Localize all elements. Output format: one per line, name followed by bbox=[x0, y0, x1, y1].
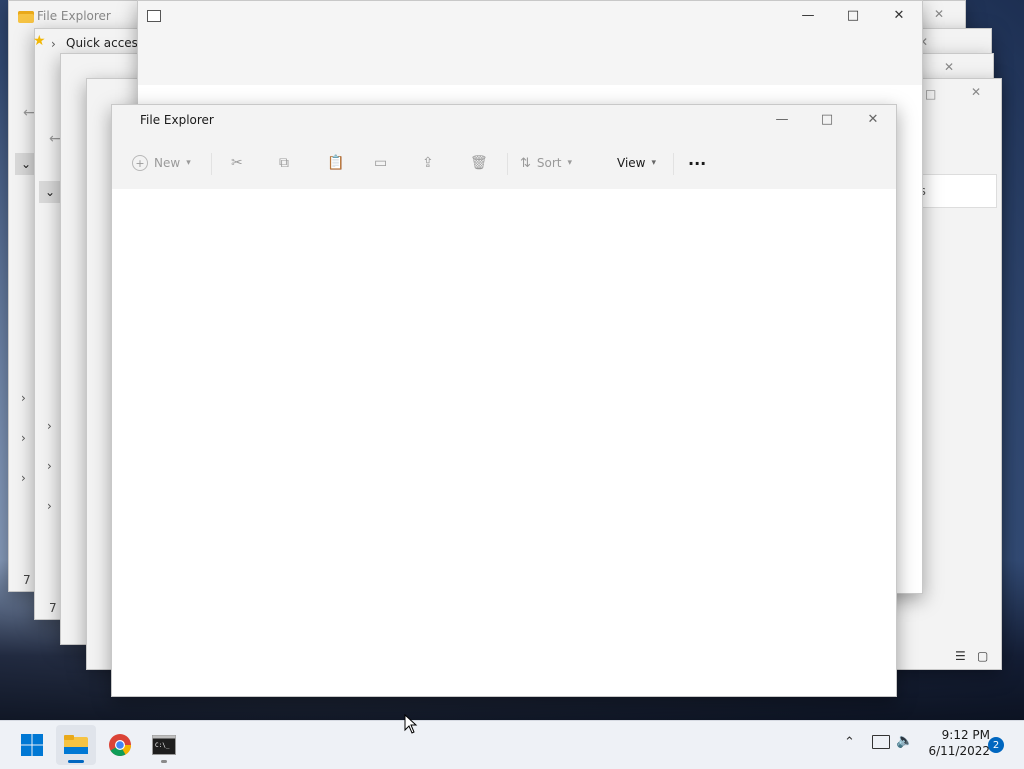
close-icon[interactable]: ✕ bbox=[934, 7, 944, 21]
active-indicator bbox=[68, 760, 84, 763]
share-icon: ⇪ bbox=[422, 155, 434, 171]
rename-button[interactable]: ▭ bbox=[374, 143, 387, 183]
taskbar-terminal[interactable]: C:\_ bbox=[144, 725, 184, 765]
divider bbox=[211, 153, 212, 175]
start-button[interactable] bbox=[12, 725, 52, 765]
show-hidden-icons-button[interactable]: ⌃ bbox=[844, 735, 855, 750]
maximize-button[interactable]: □ bbox=[805, 105, 849, 133]
chevron-right-icon[interactable]: › bbox=[47, 459, 52, 473]
chevron-right-icon[interactable]: › bbox=[51, 37, 56, 51]
chevron-down-icon: ▾ bbox=[651, 158, 657, 168]
clock-date: 6/11/2022 bbox=[928, 744, 990, 758]
minimize-button[interactable]: — bbox=[760, 105, 804, 133]
command-bar: + New ▾ ✂ ⧉ 📋 ▭ ⇪ 🗑 ⇅ Sort ▾ View ▾ ··· bbox=[112, 143, 896, 187]
folder-icon bbox=[18, 11, 34, 23]
sidebar-item-quick-access[interactable]: Quick access bbox=[66, 36, 144, 50]
taskbar-file-explorer[interactable] bbox=[56, 725, 96, 765]
tiles-view-icon[interactable]: ▢ bbox=[977, 649, 988, 663]
file-list-area[interactable] bbox=[112, 189, 896, 696]
volume-icon[interactable]: 🔈 bbox=[896, 733, 913, 749]
new-button[interactable]: + New ▾ bbox=[132, 143, 191, 183]
details-view-icon[interactable]: ☰ bbox=[955, 649, 966, 663]
new-label: New bbox=[154, 156, 181, 170]
taskbar: C:\_ ⌃ 🔈 9:12 PM 6/11/2022 2 bbox=[0, 720, 1024, 769]
scissors-icon: ✂ bbox=[231, 155, 243, 171]
close-icon[interactable]: ✕ bbox=[971, 85, 981, 99]
network-icon[interactable] bbox=[872, 735, 890, 749]
file-explorer-icon bbox=[64, 735, 88, 754]
chevron-right-icon[interactable]: › bbox=[21, 471, 26, 485]
sort-icon: ⇅ bbox=[520, 155, 531, 171]
clock-time: 9:12 PM bbox=[941, 728, 990, 742]
svg-text:C:\_: C:\_ bbox=[155, 742, 170, 749]
divider bbox=[507, 153, 508, 175]
close-icon[interactable]: ✕ bbox=[944, 60, 954, 74]
chevron-down-icon: ▾ bbox=[186, 158, 191, 168]
close-button[interactable]: ✕ bbox=[877, 1, 921, 29]
start-icon bbox=[21, 734, 43, 756]
file-explorer-window[interactable]: File Explorer — □ ✕ + New ▾ ✂ ⧉ 📋 ▭ ⇪ 🗑 … bbox=[111, 104, 897, 697]
chevron-right-icon[interactable]: › bbox=[47, 419, 52, 433]
notification-badge[interactable]: 2 bbox=[988, 737, 1004, 753]
window-app-icon bbox=[147, 10, 161, 22]
back-arrow-icon[interactable]: ← bbox=[23, 105, 35, 121]
mouse-cursor-icon bbox=[404, 714, 418, 734]
chevron-down-icon[interactable]: ⌄ bbox=[39, 181, 61, 203]
window-title: File Explorer bbox=[140, 113, 214, 127]
window-title: File Explorer bbox=[37, 9, 111, 23]
taskbar-chrome[interactable] bbox=[100, 725, 140, 765]
maximize-button[interactable]: □ bbox=[831, 1, 875, 29]
trash-icon: 🗑 bbox=[470, 155, 488, 171]
rename-icon: ▭ bbox=[374, 155, 388, 171]
chevron-down-icon: ▾ bbox=[567, 158, 573, 168]
back-arrow-icon[interactable]: ← bbox=[49, 131, 61, 147]
copy-button[interactable]: ⧉ bbox=[279, 143, 289, 183]
view-label: View bbox=[617, 156, 646, 170]
more-options-button[interactable]: ··· bbox=[688, 143, 706, 183]
maximize-icon[interactable]: □ bbox=[925, 87, 936, 101]
copy-icon: ⧉ bbox=[279, 155, 289, 171]
sort-label: Sort bbox=[536, 156, 562, 170]
chevron-right-icon[interactable]: › bbox=[21, 431, 26, 445]
plus-icon: + bbox=[132, 155, 148, 171]
clipboard-icon: 📋 bbox=[327, 155, 345, 171]
cut-button[interactable]: ✂ bbox=[231, 143, 243, 183]
terminal-icon: C:\_ bbox=[152, 735, 176, 755]
minimize-button[interactable]: — bbox=[786, 1, 830, 29]
running-indicator bbox=[161, 760, 167, 763]
clock[interactable]: 9:12 PM 6/11/2022 bbox=[920, 727, 990, 759]
divider bbox=[673, 153, 674, 175]
view-button[interactable]: View ▾ bbox=[617, 143, 656, 183]
chevron-right-icon[interactable]: › bbox=[21, 391, 26, 405]
chrome-icon bbox=[109, 734, 131, 756]
sort-button[interactable]: ⇅ Sort ▾ bbox=[520, 143, 572, 183]
delete-button[interactable]: 🗑 bbox=[470, 143, 488, 183]
chevron-right-icon[interactable]: › bbox=[47, 499, 52, 513]
star-icon: ★ bbox=[33, 33, 46, 49]
share-button[interactable]: ⇪ bbox=[422, 143, 434, 183]
close-button[interactable]: ✕ bbox=[851, 105, 895, 133]
paste-button[interactable]: 📋 bbox=[327, 143, 344, 183]
more-icon: ··· bbox=[688, 153, 707, 173]
